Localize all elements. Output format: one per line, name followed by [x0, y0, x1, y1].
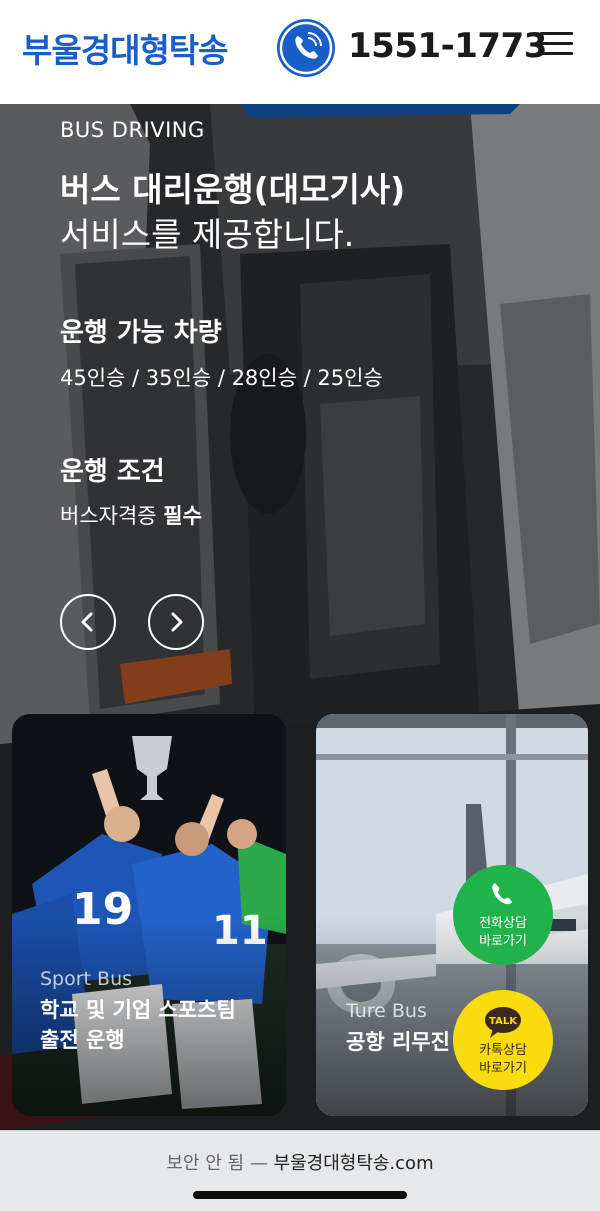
slider-prev-button[interactable] — [60, 594, 116, 650]
phone-number[interactable]: 1551-1773 — [348, 26, 547, 66]
hero-title-line2: 서비스를 제공합니다. — [60, 215, 355, 254]
site-logo[interactable]: 부울경대형탁송 — [22, 24, 229, 72]
url-line[interactable]: 보안 안 됨 — 부울경대형탁송.com — [0, 1149, 600, 1175]
card-category: Ture Bus — [346, 1000, 427, 1022]
card-title: 학교 및 기업 스포츠팀 출전 운행 — [40, 995, 236, 1055]
chevron-right-icon — [171, 612, 183, 632]
hero-title: 버스 대리운행(대모기사) — [60, 170, 406, 209]
sport-bus-card[interactable]: 19 11 Sport Bus 학교 및 기업 스포츠팀 출전 운행 — [12, 714, 286, 1116]
home-indicator[interactable] — [193, 1191, 407, 1199]
url-text[interactable]: 부울경대형탁송.com — [274, 1153, 434, 1174]
site-header: 부울경대형탁송 1551-1773 — [0, 0, 600, 104]
vehicle-section-body: 45인승 / 35인승 / 28인승 / 25인승 — [60, 366, 383, 390]
hamburger-menu-icon[interactable] — [540, 30, 573, 56]
phone-icon[interactable] — [277, 19, 335, 77]
call-consult-line1: 전화상담 — [479, 916, 527, 931]
kakao-consult-line2: 바로가기 — [479, 1061, 527, 1076]
call-consult-label: 전화상담 바로가기 — [453, 915, 553, 951]
call-consult-line2: 바로가기 — [479, 934, 527, 949]
kakao-consult-button[interactable]: TALK 카톡상담 바로가기 — [453, 990, 553, 1090]
kakao-consult-line1: 카톡상담 — [479, 1043, 527, 1058]
card-title-line2: 출전 운행 — [40, 1028, 125, 1052]
call-consult-button[interactable]: 전화상담 바로가기 — [453, 865, 553, 965]
kakao-badge: TALK — [489, 1016, 518, 1027]
hero-subtitle: BUS DRIVING — [60, 118, 205, 142]
card-title-line1: 학교 및 기업 스포츠팀 — [40, 998, 236, 1022]
condition-text: 버스자격증 — [60, 504, 164, 528]
security-warning: 보안 안 됨 — — [166, 1153, 268, 1174]
kakao-consult-label: 카톡상담 바로가기 — [453, 1042, 553, 1078]
card-category: Sport Bus — [40, 968, 133, 990]
chevron-left-icon — [81, 612, 93, 632]
vehicle-section-title: 운행 가능 차량 — [60, 318, 222, 348]
slider-next-button[interactable] — [148, 594, 204, 650]
condition-required: 필수 — [163, 504, 202, 528]
condition-section-body: 버스자격증 필수 — [60, 500, 202, 530]
condition-section-title: 운행 조건 — [60, 457, 165, 487]
browser-address-bar[interactable]: 보안 안 됨 — 부울경대형탁송.com — [0, 1130, 600, 1211]
